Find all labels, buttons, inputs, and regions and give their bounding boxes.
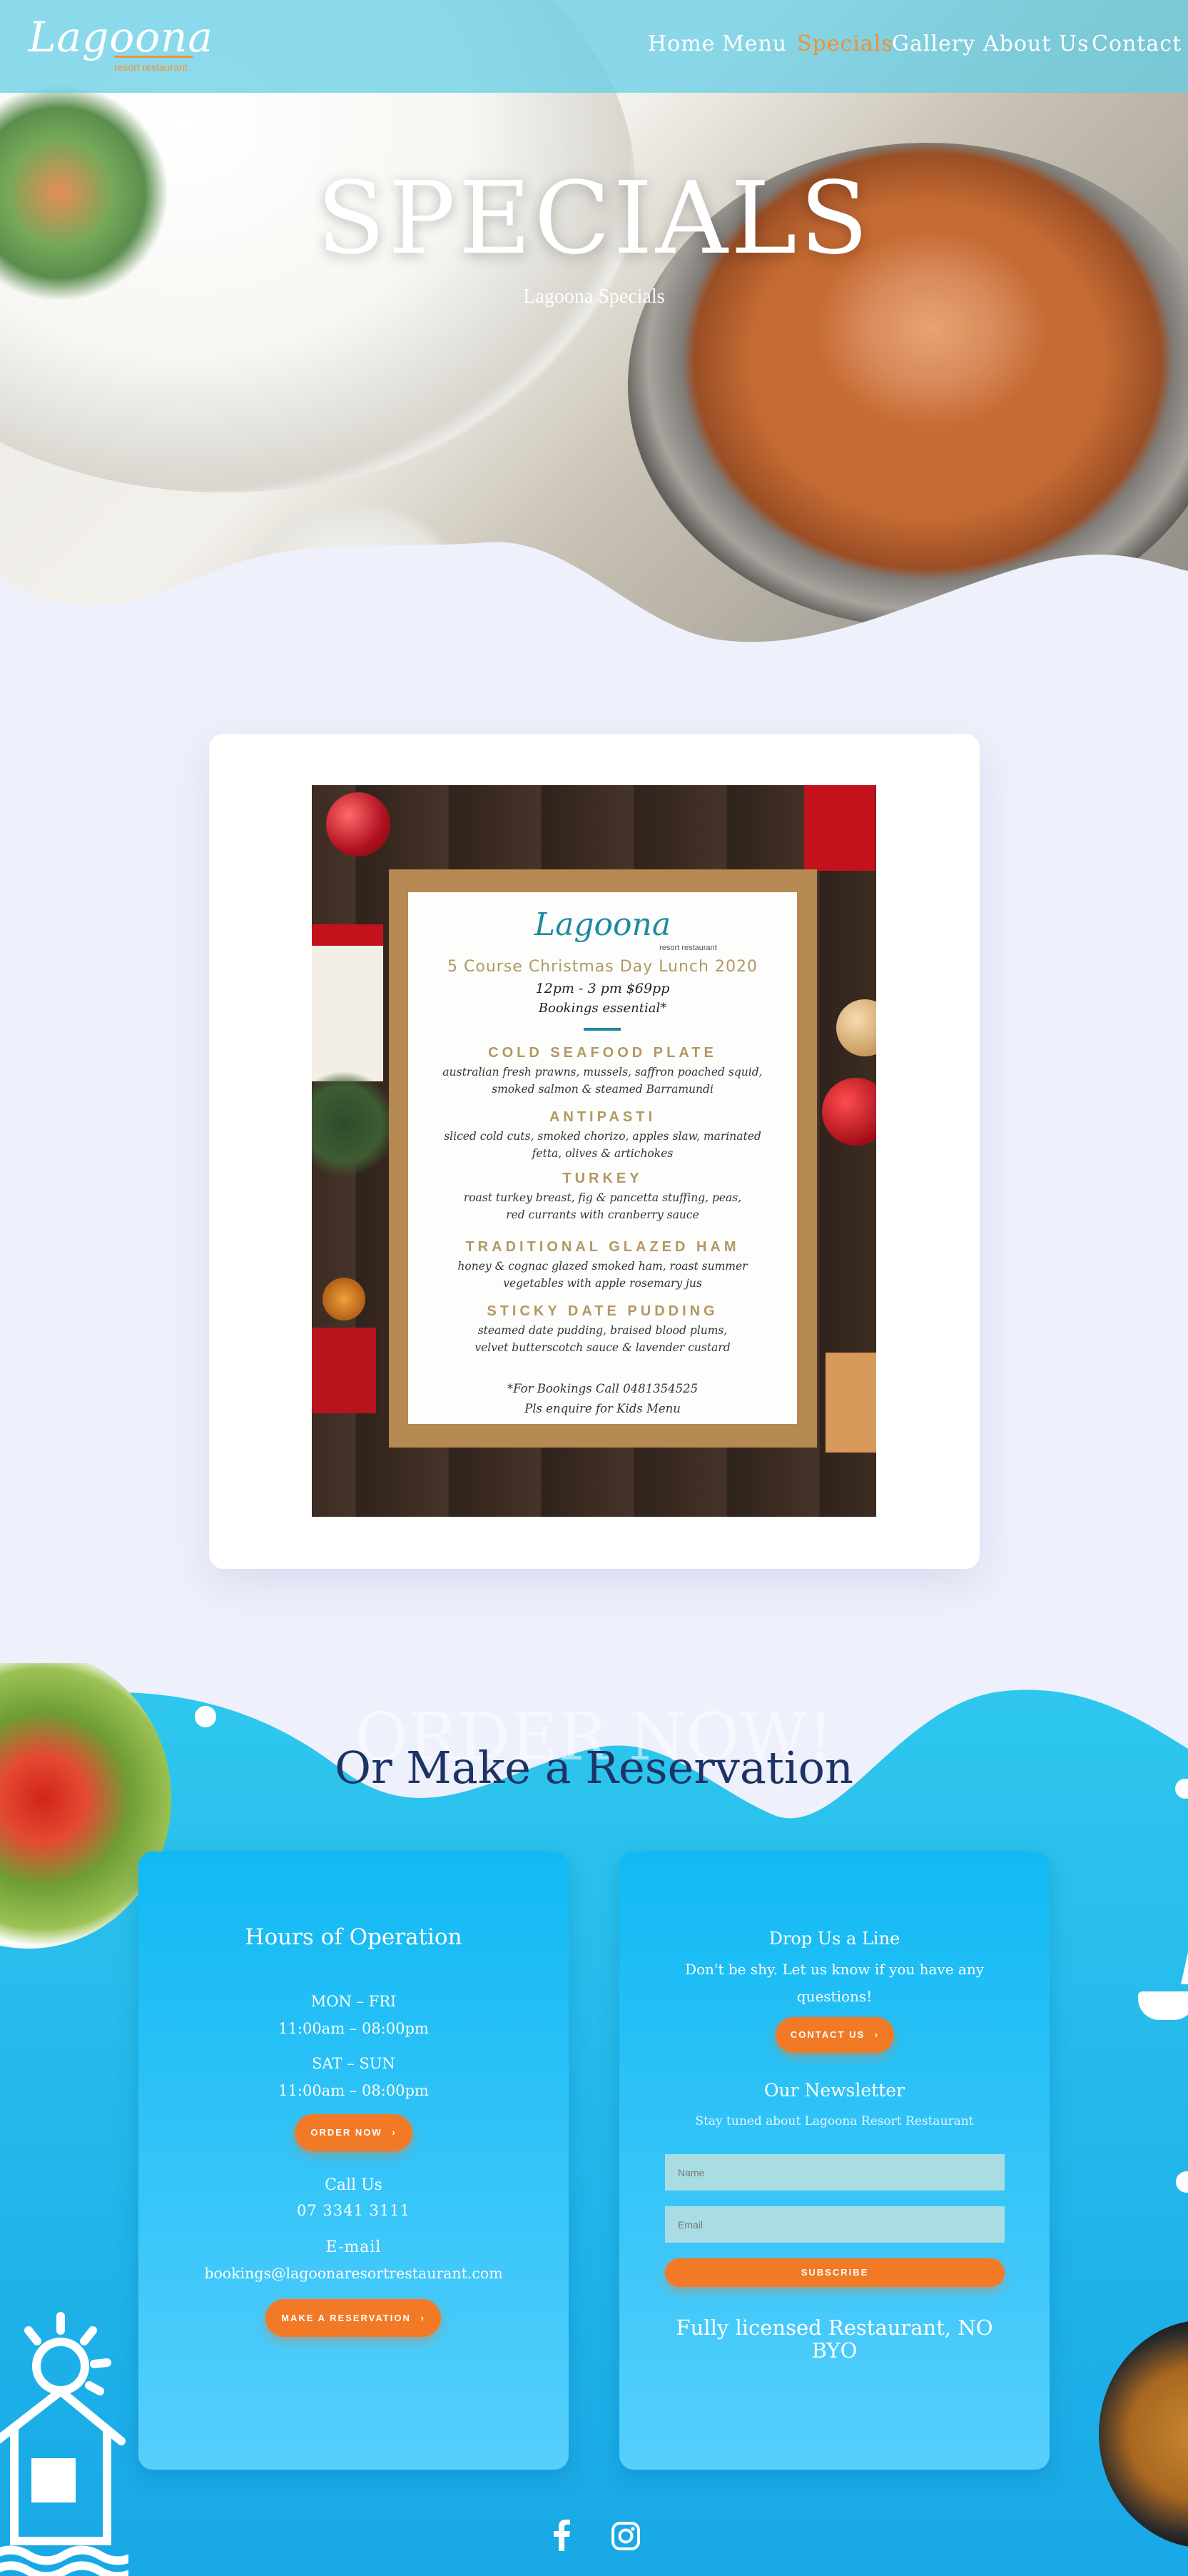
nav-menu[interactable]: Menu bbox=[722, 31, 787, 56]
weekday-label: MON – FRI bbox=[310, 1993, 397, 2010]
course-desc: steamed date pudding, braised blood plum… bbox=[477, 1324, 728, 1337]
contact-us-label: CONTACT US bbox=[790, 2029, 865, 2040]
chevron-right-icon: › bbox=[874, 2029, 880, 2040]
nav-specials[interactable]: Specials bbox=[797, 31, 893, 56]
weekday-hours: 11:00am – 08:00pm bbox=[278, 2020, 429, 2037]
flyer-paper: Lagoona resort restaurant 5 Course Chris… bbox=[408, 892, 797, 1424]
course-name: ANTIPASTI bbox=[549, 1109, 656, 1125]
course-desc: vegetables with apple rosemary jus bbox=[503, 1277, 702, 1290]
flyer-footer-bookings: *For Bookings Call 0481354525 bbox=[507, 1382, 699, 1395]
gift-box-right-image bbox=[804, 785, 875, 871]
phone-number[interactable]: 07 3341 3111 bbox=[138, 2202, 569, 2219]
course-desc: sliced cold cuts, smoked chorizo, apples… bbox=[444, 1130, 761, 1143]
weekend-hours: 11:00am – 08:00pm bbox=[278, 2082, 429, 2099]
licensed-note: Fully licensed Restaurant, NO BYO bbox=[676, 2315, 993, 2363]
hero-banner: Lagoona resort restaurant Home Menu Spec… bbox=[0, 0, 1188, 642]
newsletter-text: Stay tuned about Lagoona Resort Restaura… bbox=[695, 2114, 974, 2128]
course-desc: honey & cognac glazed smoked ham, roast … bbox=[457, 1260, 748, 1273]
flyer-logo-sub: resort restaurant bbox=[659, 944, 717, 952]
kraft-gift-image bbox=[826, 1353, 876, 1453]
flyer-footer-kids: Pls enquire for Kids Menu bbox=[524, 1402, 681, 1415]
drop-line-text: Don't be shy. Let us know if you have an… bbox=[684, 1961, 984, 2005]
red-ornament-image bbox=[326, 792, 390, 857]
weekend-label: SAT – SUN bbox=[312, 2055, 395, 2072]
email-label: E-mail bbox=[325, 2238, 382, 2256]
flyer-title: 5 Course Christmas Day Lunch 2020 bbox=[447, 958, 758, 976]
make-reservation-button[interactable]: MAKE A RESERVATION › bbox=[265, 2299, 441, 2337]
nav-contact[interactable]: Contact bbox=[1092, 31, 1182, 56]
course-name: COLD SEAFOOD PLATE bbox=[488, 1045, 717, 1061]
beach-house-icon bbox=[0, 2312, 128, 2576]
newsletter-email-input[interactable] bbox=[665, 2206, 1005, 2243]
subscribe-button[interactable]: SUBSCRIBE bbox=[665, 2258, 1005, 2287]
course-desc: smoked salmon & steamed Barramundi bbox=[492, 1083, 714, 1096]
flyer-divider bbox=[584, 1028, 621, 1031]
brand-logo[interactable]: Lagoona bbox=[29, 13, 213, 61]
red-gift-image bbox=[312, 1328, 376, 1413]
logo-underline bbox=[114, 56, 193, 58]
chevron-right-icon: › bbox=[392, 2127, 397, 2138]
order-now-button[interactable]: ORDER NOW › bbox=[295, 2114, 412, 2151]
order-now-label: ORDER NOW bbox=[310, 2127, 382, 2138]
course-desc: fetta, olives & artichokes bbox=[532, 1147, 674, 1160]
newsletter-title: Our Newsletter bbox=[763, 2080, 905, 2101]
flyer-time: 12pm - 3 pm $69pp bbox=[535, 981, 670, 996]
top-navigation-bar: Lagoona resort restaurant Home Menu Spec… bbox=[0, 0, 1188, 93]
course-name: TRADITIONAL GLAZED HAM bbox=[465, 1239, 740, 1255]
nav-about-us[interactable]: About Us bbox=[983, 31, 1090, 56]
brand-tagline: resort restaurant bbox=[114, 61, 188, 73]
drop-line-title: Drop Us a Line bbox=[768, 1929, 900, 1949]
nav-home[interactable]: Home bbox=[648, 31, 715, 56]
gift-box-image bbox=[312, 924, 383, 1081]
hours-title: Hours of Operation bbox=[245, 1924, 462, 1950]
course-desc: australian fresh prawns, mussels, saffro… bbox=[442, 1066, 763, 1079]
email-address[interactable]: bookings@lagoonaresortrestaurant.com bbox=[138, 2265, 569, 2282]
newsletter-name-input[interactable] bbox=[665, 2154, 1005, 2191]
flyer-bookings: Bookings essential* bbox=[538, 1001, 667, 1016]
course-name: STICKY DATE PUDDING bbox=[487, 1303, 719, 1319]
make-reservation-label: MAKE A RESERVATION bbox=[281, 2313, 411, 2323]
flyer-logo: Lagoona bbox=[534, 906, 671, 943]
orange-slice-image bbox=[323, 1278, 365, 1320]
course-desc: red currants with cranberry sauce bbox=[506, 1208, 699, 1221]
facebook-icon[interactable] bbox=[551, 2520, 572, 2551]
sailboat-sail-icon bbox=[1181, 1920, 1188, 1984]
chevron-right-icon: › bbox=[420, 2313, 425, 2323]
order-title: Or Make a Reservation bbox=[335, 1742, 853, 1794]
page-title: SPECIALS bbox=[317, 161, 871, 277]
hero-wave-divider bbox=[0, 542, 1188, 642]
course-desc: roast turkey breast, fig & pancetta stuf… bbox=[463, 1191, 742, 1204]
page-subtitle: Lagoona Specials bbox=[523, 286, 665, 308]
nav-gallery[interactable]: Gallery bbox=[892, 31, 975, 56]
order-section: ORDER NOW! Or Make a Reservation Hours o… bbox=[0, 1663, 1188, 2576]
instagram-icon[interactable] bbox=[611, 2521, 641, 2551]
course-name: TURKEY bbox=[562, 1171, 643, 1186]
call-label: Call Us bbox=[325, 2176, 382, 2194]
course-desc: velvet butterscotch sauce & lavender cus… bbox=[474, 1341, 731, 1354]
contact-us-button[interactable]: CONTACT US › bbox=[776, 2017, 894, 2053]
